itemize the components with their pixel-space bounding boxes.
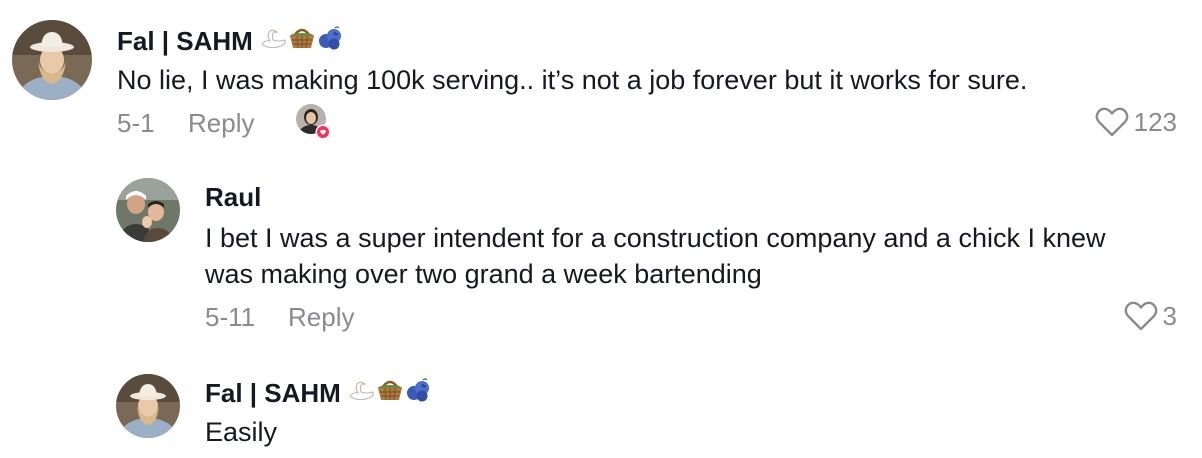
comment-username[interactable]: Fal | SAHM <box>117 26 343 56</box>
comment-text: I bet I was a super intendent for a cons… <box>205 223 1106 289</box>
blueberries-icon <box>405 378 431 408</box>
comment-date: 5-11 <box>205 302 256 332</box>
avatar-raul[interactable] <box>116 178 180 242</box>
reply-button[interactable]: Reply <box>288 302 354 332</box>
comment-date: 5-1 <box>117 108 155 138</box>
basket-icon <box>376 378 404 408</box>
like-count: 123 <box>1133 107 1177 137</box>
username-text: Fal | SAHM <box>117 26 253 56</box>
comment-text: Easily <box>205 417 278 447</box>
comment-fal-top: Fal | SAHM No lie, I was making 100k ser… <box>0 0 1202 160</box>
swan-icon <box>347 378 375 408</box>
username-text: Fal | SAHM <box>205 378 341 408</box>
avatar-fal[interactable] <box>116 374 180 438</box>
reply-button[interactable]: Reply <box>188 108 254 138</box>
username-emojis <box>259 26 343 56</box>
username-text: Raul <box>205 182 262 212</box>
swan-icon <box>259 26 287 56</box>
username-emojis <box>347 378 431 408</box>
blueberries-icon <box>317 26 343 56</box>
like-button[interactable]: 123 <box>1094 106 1177 138</box>
comment-text: No lie, I was making 100k serving.. it’s… <box>117 65 1028 95</box>
comment-raul-reply: Raul I bet I was a super intendent for a… <box>0 160 1202 350</box>
like-count: 3 <box>1162 301 1177 331</box>
like-button[interactable]: 3 <box>1123 300 1177 332</box>
comment-username[interactable]: Fal | SAHM <box>205 378 431 408</box>
avatar-fal[interactable] <box>12 20 92 100</box>
comment-username[interactable]: Raul <box>205 182 261 212</box>
heart-outline-icon <box>1095 107 1129 137</box>
heart-outline-icon <box>1124 301 1157 331</box>
basket-icon <box>288 26 316 56</box>
comment-fal-reply: Fal | SAHM Easily <box>0 350 1202 458</box>
creator-liked-avatar <box>296 104 331 140</box>
